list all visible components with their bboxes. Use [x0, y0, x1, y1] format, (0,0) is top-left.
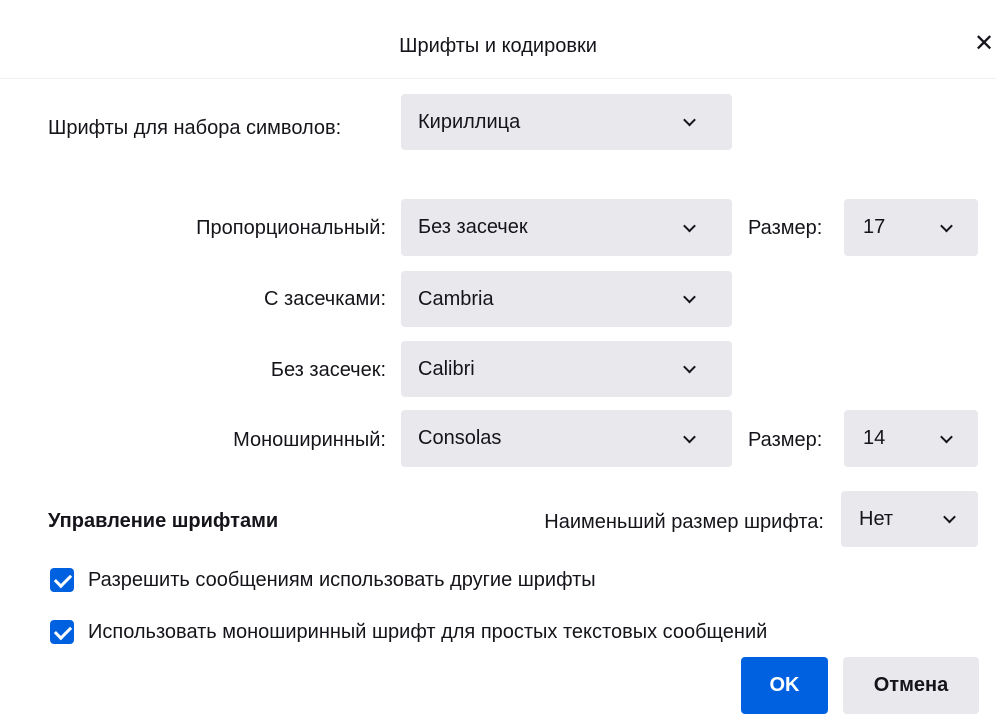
chevron-down-icon: [683, 430, 696, 443]
proportional-label: Пропорциональный:: [196, 217, 386, 239]
serif-select-value: Cambria: [418, 288, 494, 310]
proportional-size-select[interactable]: 17: [844, 199, 978, 256]
monospace-plain-text-checkbox[interactable]: [50, 620, 74, 644]
charset-select-value: Кириллица: [418, 111, 521, 133]
allow-other-fonts-checkbox[interactable]: [50, 568, 74, 592]
proportional-select-value: Без засечек: [418, 216, 528, 238]
charset-label: Шрифты для набора символов:: [48, 117, 342, 139]
sans-serif-label: Без засечек:: [270, 359, 386, 381]
charset-select[interactable]: Кириллица: [401, 94, 732, 150]
monospace-label: Моноширинный:: [233, 429, 386, 451]
close-icon[interactable]: ✕: [972, 30, 996, 58]
chevron-down-icon: [940, 219, 953, 232]
chevron-down-icon: [683, 113, 696, 127]
sans-serif-select[interactable]: Calibri: [401, 341, 732, 397]
min-font-size-value: Нет: [859, 508, 894, 530]
ok-button[interactable]: OK: [741, 657, 828, 714]
chevron-down-icon: [683, 290, 696, 304]
monospace-size-label: Размер:: [748, 429, 823, 451]
monospace-size-select[interactable]: 14: [844, 410, 978, 467]
monospace-select-value: Consolas: [418, 427, 502, 449]
chevron-down-icon: [940, 430, 953, 443]
chevron-down-icon: [683, 360, 696, 374]
monospace-plain-text-label[interactable]: Использовать моноширинный шрифт для прос…: [88, 620, 767, 644]
monospace-size-value: 14: [863, 427, 886, 449]
proportional-size-value: 17: [863, 216, 886, 238]
serif-label: С засечками:: [264, 288, 386, 310]
cancel-button[interactable]: Отмена: [843, 657, 979, 714]
proportional-size-label: Размер:: [748, 217, 823, 239]
font-control-heading: Управление шрифтами: [48, 510, 279, 532]
allow-other-fonts-label[interactable]: Разрешить сообщениям использовать другие…: [88, 568, 596, 592]
min-font-size-label: Наименьший размер шрифта:: [544, 511, 824, 533]
min-font-size-select[interactable]: Нет: [841, 491, 978, 547]
proportional-select[interactable]: Без засечек: [401, 199, 732, 256]
checkmark-icon: [53, 621, 73, 641]
checkmark-icon: [53, 569, 73, 589]
chevron-down-icon: [943, 510, 956, 524]
title-divider: [0, 78, 996, 79]
monospace-select[interactable]: Consolas: [401, 410, 732, 467]
serif-select[interactable]: Cambria: [401, 271, 732, 327]
chevron-down-icon: [683, 219, 696, 232]
dialog-title: Шрифты и кодировки: [399, 35, 597, 57]
sans-serif-select-value: Calibri: [418, 358, 475, 380]
